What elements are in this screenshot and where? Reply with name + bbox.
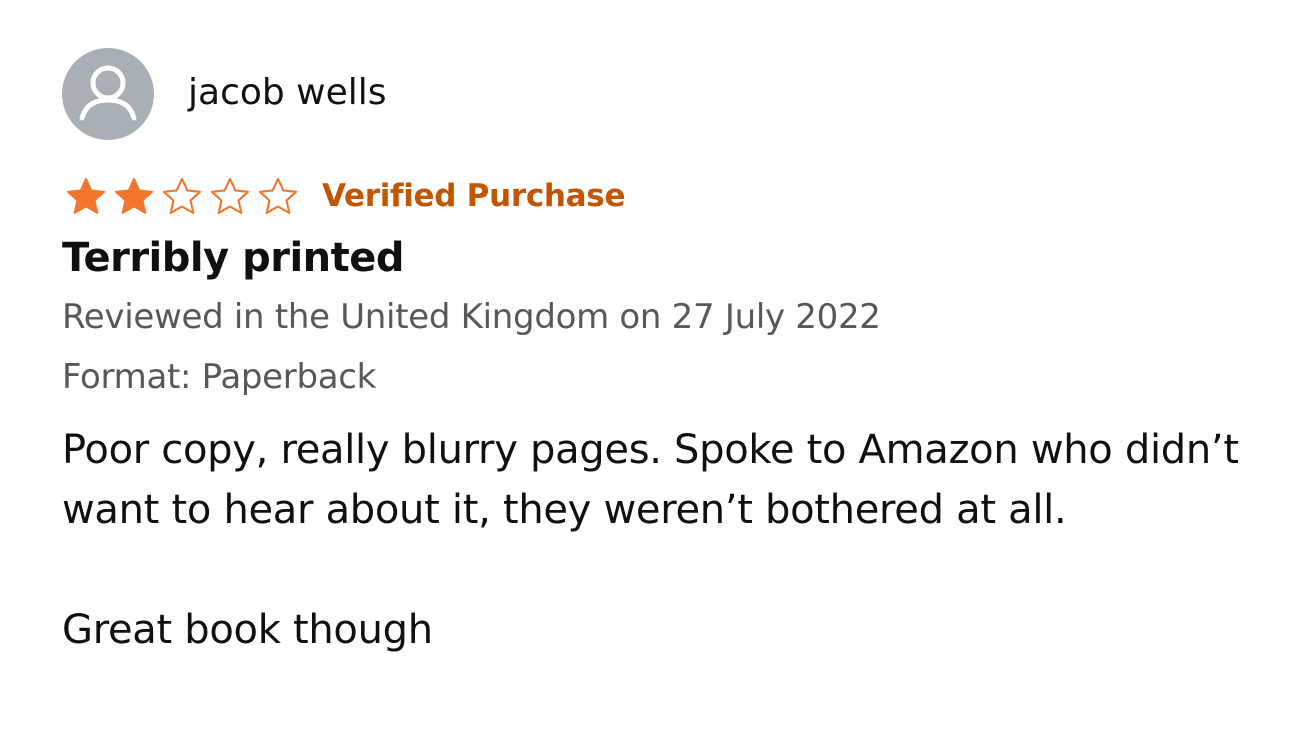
rating-row: Verified Purchase bbox=[62, 176, 1252, 216]
product-format: Format: Paperback bbox=[62, 357, 377, 397]
empty-star-icon bbox=[162, 177, 202, 214]
filled-star-icon bbox=[114, 177, 154, 214]
star-rating[interactable] bbox=[62, 176, 302, 216]
verified-purchase-badge: Verified Purchase bbox=[322, 178, 626, 214]
customer-review: jacob wells Verified Purchase Terribly p… bbox=[62, 48, 1252, 660]
user-avatar-icon[interactable] bbox=[62, 48, 154, 140]
filled-star-icon bbox=[66, 177, 106, 214]
review-date: Reviewed in the United Kingdom on 27 Jul… bbox=[62, 297, 881, 337]
empty-star-icon bbox=[210, 177, 250, 214]
review-title[interactable]: Terribly printed bbox=[62, 232, 1252, 284]
review-body: Poor copy, really blurry pages. Spoke to… bbox=[62, 427, 1239, 653]
reviewer-profile[interactable]: jacob wells bbox=[62, 48, 1252, 140]
reviewer-name[interactable]: jacob wells bbox=[188, 71, 387, 115]
empty-star-icon bbox=[258, 177, 298, 214]
